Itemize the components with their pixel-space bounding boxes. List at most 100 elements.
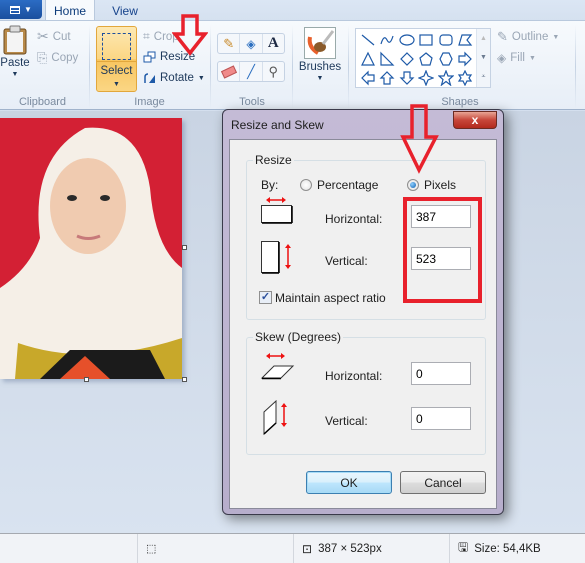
fill-label: Fill <box>510 52 525 64</box>
annotation-arrow-pixels <box>400 104 439 174</box>
outline-label: Outline <box>511 31 549 43</box>
resize-legend: Resize <box>253 153 294 167</box>
resize-handle-right[interactable] <box>182 245 187 250</box>
shape-right-arrow-icon[interactable] <box>456 49 476 68</box>
dialog-body: Resize By: Percentage Pixels Horizontal:… <box>229 139 497 509</box>
shape-rounded-rectangle-icon[interactable] <box>436 30 456 49</box>
pencil-icon[interactable]: ✎ <box>218 34 241 53</box>
text-icon[interactable]: A <box>263 34 284 53</box>
shape-down-arrow-icon[interactable] <box>397 68 417 87</box>
shape-left-arrow-icon[interactable] <box>358 68 378 87</box>
magnifier-icon[interactable]: ⚲ <box>263 62 284 81</box>
close-button[interactable]: x <box>453 111 497 129</box>
status-image-dimensions: ⊡ 387 × 523px <box>294 534 450 563</box>
eraser-icon[interactable] <box>218 62 241 81</box>
chevron-down-icon: ▼ <box>113 81 120 88</box>
resize-handle-bottom[interactable] <box>84 377 89 382</box>
copy-icon: ⎘ <box>37 50 48 65</box>
separator <box>292 25 293 109</box>
chevron-down-icon: ▼ <box>528 54 536 62</box>
shapes-grid <box>358 30 475 87</box>
ok-button[interactable]: OK <box>306 471 392 494</box>
image-dimensions-icon: ⊡ <box>302 541 313 556</box>
tab-home-label: Home <box>53 3 86 18</box>
shape-polygon-icon[interactable] <box>456 30 476 49</box>
shape-up-arrow-icon[interactable] <box>378 68 398 87</box>
separator <box>575 25 576 109</box>
fill-bucket-icon[interactable]: ◈ <box>240 34 263 53</box>
selection-icon <box>102 33 131 60</box>
split-divider <box>97 61 136 62</box>
canvas-image[interactable] <box>0 118 182 379</box>
pixels-label[interactable]: Pixels <box>424 178 456 192</box>
shape-line-icon[interactable] <box>358 30 378 49</box>
copy-button[interactable]: ⎘ Copy <box>37 50 78 66</box>
status-file-size: 🖫 Size: 54,4KB <box>450 534 585 563</box>
status-selection-size: ⬚ <box>138 534 294 563</box>
paint-menu-icon <box>10 5 21 14</box>
gallery-scroll: ▲ ▼ ⩡ <box>476 29 490 87</box>
shapes-gallery: ▲ ▼ ⩡ <box>355 28 491 88</box>
app-menu-button[interactable]: ▼ <box>0 0 42 19</box>
color-picker-icon[interactable]: ╱ <box>240 62 263 81</box>
portrait-photo <box>0 118 182 379</box>
outline-button[interactable]: ✎ Outline ▼ <box>497 29 559 45</box>
skew-vertical-input[interactable] <box>411 407 471 430</box>
scroll-down-icon[interactable]: ▼ <box>480 54 487 61</box>
shape-pentagon-icon[interactable] <box>417 49 437 68</box>
select-button[interactable]: Select ▼ <box>96 26 137 92</box>
skew-group: Skew (Degrees) Horizontal: Vertical: <box>246 330 486 455</box>
rotate-button[interactable]: Rotate ▼ <box>143 72 205 84</box>
resize-icon <box>143 51 156 63</box>
skew-horizontal-input[interactable] <box>411 362 471 385</box>
shape-curve-icon[interactable] <box>378 30 398 49</box>
skew-horizontal-label: Horizontal: <box>325 369 383 383</box>
skew-legend: Skew (Degrees) <box>253 330 344 344</box>
shape-rectangle-icon[interactable] <box>417 30 437 49</box>
tools-row-1: ✎ ◈ A <box>217 33 285 54</box>
tab-view[interactable]: View <box>100 0 150 21</box>
select-label: Select <box>100 65 133 77</box>
separator <box>210 25 211 109</box>
status-cursor-position <box>0 534 138 563</box>
expand-gallery-icon[interactable]: ⩡ <box>482 73 486 81</box>
percentage-label[interactable]: Percentage <box>317 178 378 192</box>
chevron-down-icon: ▼ <box>24 5 32 14</box>
skew-vertical-label: Vertical: <box>325 414 368 428</box>
shape-hexagon-icon[interactable] <box>436 49 456 68</box>
cut-button[interactable]: ✂ Cut <box>37 28 71 45</box>
rotate-label: Rotate <box>160 72 194 84</box>
chevron-down-icon: ▼ <box>316 75 324 82</box>
maintain-aspect-checkbox[interactable]: ✓ <box>259 291 272 304</box>
paste-button[interactable]: Paste ▼ <box>0 25 30 91</box>
outline-pencil-icon: ✎ <box>497 29 508 44</box>
tab-home[interactable]: Home <box>45 0 95 21</box>
cut-label: Cut <box>52 30 71 43</box>
shape-five-point-star-icon[interactable] <box>436 68 456 87</box>
shape-six-point-star-icon[interactable] <box>456 68 476 87</box>
selection-size-icon: ⬚ <box>146 543 157 555</box>
shape-four-point-star-icon[interactable] <box>417 68 437 87</box>
annotation-highlight-box <box>403 197 482 303</box>
scissors-icon: ✂ <box>37 28 49 44</box>
percentage-radio[interactable] <box>300 179 312 191</box>
shape-right-triangle-icon[interactable] <box>378 49 398 68</box>
cancel-button[interactable]: Cancel <box>400 471 486 494</box>
fill-button[interactable]: ◈ Fill ▼ <box>497 51 536 65</box>
resize-handle-corner[interactable] <box>182 377 187 382</box>
brushes-label: Brushes <box>298 61 342 73</box>
resize-skew-dialog: Resize and Skew x Resize By: Percentage … <box>222 109 504 515</box>
maintain-aspect-label[interactable]: Maintain aspect ratio <box>275 291 386 305</box>
fill-icon: ◈ <box>497 51 507 65</box>
file-size-text: Size: 54,4KB <box>474 542 541 555</box>
chevron-down-icon: ▼ <box>197 74 205 82</box>
ok-label: OK <box>340 475 358 490</box>
dimensions-text: 387 × 523px <box>318 542 382 555</box>
scroll-up-icon[interactable]: ▲ <box>480 35 487 42</box>
shape-triangle-icon[interactable] <box>358 49 378 68</box>
brushes-button[interactable]: Brushes ▼ <box>297 27 343 82</box>
shape-diamond-icon[interactable] <box>397 49 417 68</box>
chevron-down-icon: ▼ <box>11 71 19 78</box>
pixels-radio[interactable] <box>407 179 419 191</box>
shape-oval-icon[interactable] <box>397 30 417 49</box>
